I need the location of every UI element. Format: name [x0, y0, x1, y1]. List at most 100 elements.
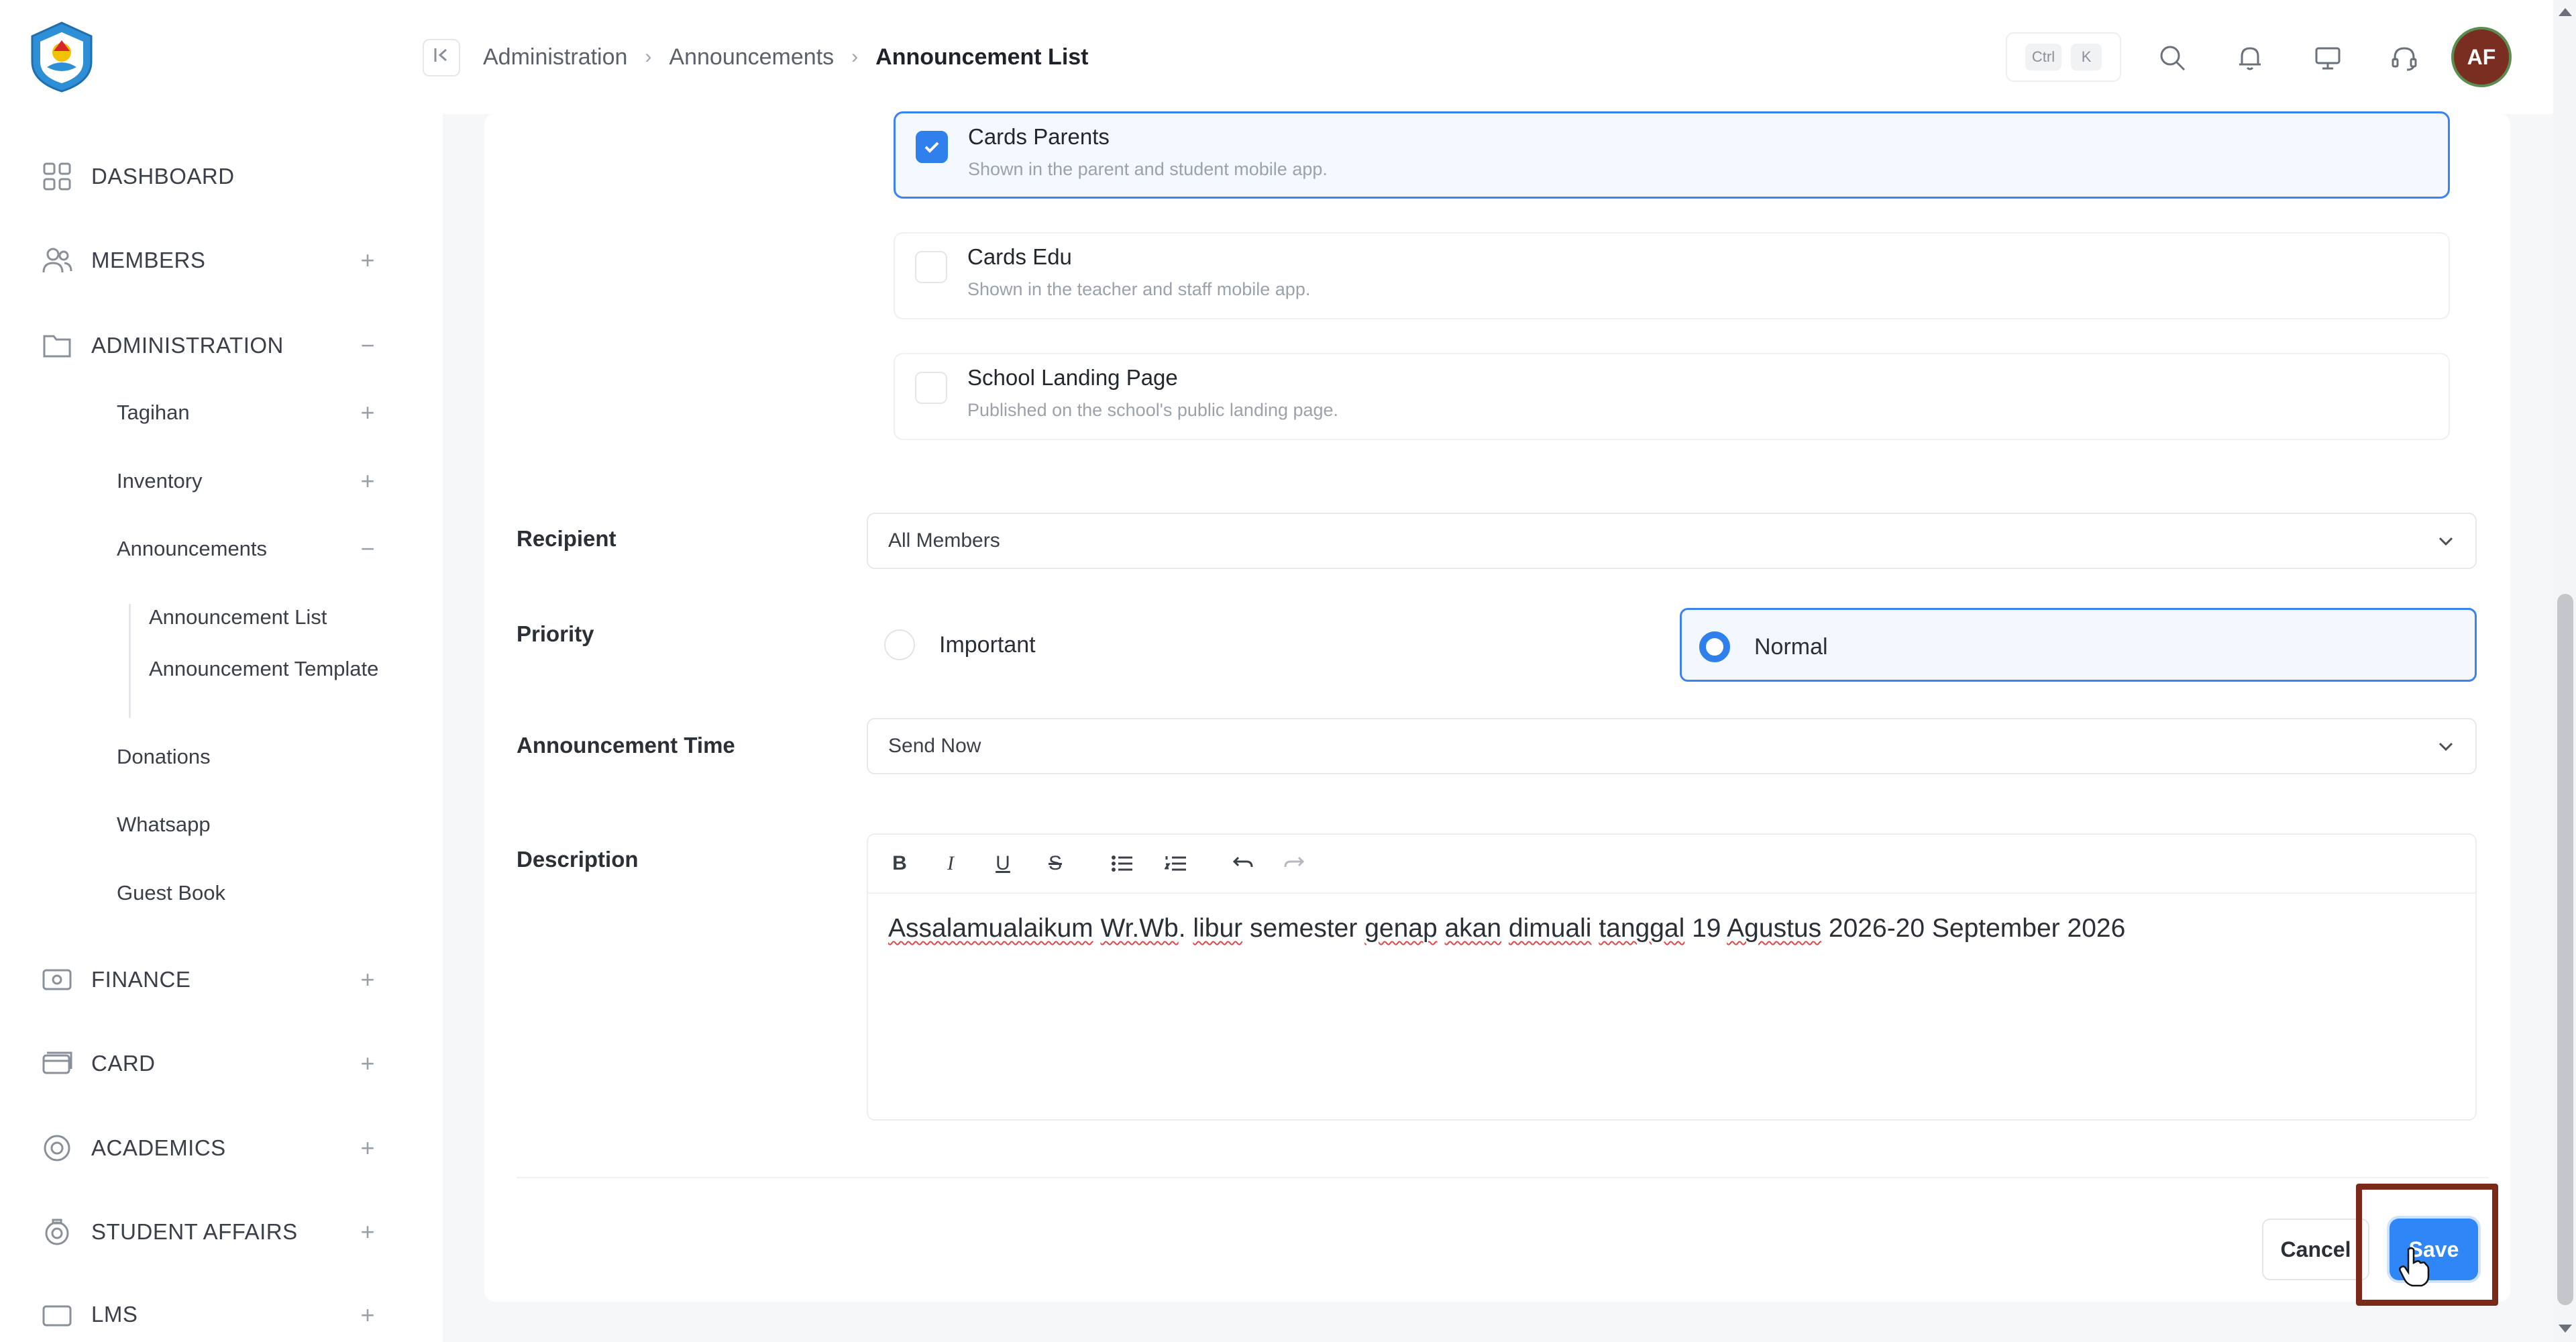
- collapse-icon[interactable]: −: [356, 537, 380, 561]
- sidebar-item-donations[interactable]: Donations: [0, 733, 443, 780]
- chevron-down-icon: [2434, 529, 2458, 553]
- monitor-icon[interactable]: [2308, 38, 2348, 78]
- scrollbar-thumb[interactable]: [2557, 594, 2573, 1305]
- strikethrough-icon[interactable]: S: [1040, 848, 1071, 879]
- money-icon: [40, 963, 74, 996]
- sidebar-item-label: FINANCE: [91, 967, 191, 992]
- announcement-time-select[interactable]: Send Now: [867, 718, 2477, 774]
- sidebar-item-label: ADMINISTRATION: [91, 333, 284, 358]
- sidebar-item-lms[interactable]: LMS +: [0, 1283, 443, 1342]
- collapse-icon[interactable]: −: [356, 333, 380, 358]
- radio-label: Normal: [1754, 634, 1828, 660]
- redo-icon[interactable]: [1279, 848, 1309, 879]
- highlight-frame: [2356, 1184, 2498, 1306]
- radio-label: Important: [939, 632, 1036, 658]
- misspelled-word: Wr.Wb: [1100, 914, 1179, 943]
- misspelled-word: akan: [1444, 914, 1502, 943]
- headset-icon[interactable]: [2384, 38, 2424, 78]
- scroll-up-icon[interactable]: [2556, 3, 2575, 21]
- breadcrumb-administration[interactable]: Administration: [483, 44, 627, 70]
- collapse-left-icon: [433, 46, 450, 69]
- sidebar-item-label: MEMBERS: [91, 248, 206, 272]
- expand-icon[interactable]: +: [356, 968, 380, 992]
- publish-option-cards-edu[interactable]: Cards Edu Shown in the teacher and staff…: [894, 232, 2450, 319]
- misspelled-word: genap: [1364, 914, 1438, 943]
- kbd-k: K: [2071, 44, 2102, 70]
- misspelled-word: tanggal: [1599, 914, 1685, 943]
- sidebar-item-whatsapp[interactable]: Whatsapp: [0, 801, 443, 848]
- bullet-list-icon[interactable]: [1107, 848, 1138, 879]
- sidebar-item-dashboard[interactable]: DASHBOARD: [0, 146, 443, 207]
- recipient-value: All Members: [888, 529, 1000, 552]
- publish-option-title: Cards Edu: [967, 244, 1072, 269]
- description-text[interactable]: Assalamualaikum Wr.Wb. libur semester ge…: [888, 914, 2125, 943]
- checkbox[interactable]: [915, 372, 947, 404]
- command-palette-button[interactable]: Ctrl K: [2006, 32, 2121, 82]
- breadcrumb: Administration › Announcements › Announc…: [483, 40, 1089, 74]
- sidebar-item-card[interactable]: CARD +: [0, 1033, 443, 1094]
- publish-option-cards-parents[interactable]: Cards Parents Shown in the parent and st…: [894, 111, 2450, 199]
- checkbox[interactable]: [916, 131, 948, 163]
- expand-icon[interactable]: +: [356, 1303, 380, 1327]
- sidebar-item-members[interactable]: MEMBERS +: [0, 230, 443, 291]
- collapse-sidebar-button[interactable]: [423, 39, 460, 76]
- expand-icon[interactable]: +: [356, 1051, 380, 1076]
- numbered-list-icon[interactable]: [1161, 848, 1191, 879]
- undo-icon[interactable]: [1228, 848, 1258, 879]
- sidebar-item-student-affairs[interactable]: STUDENT AFFAIRS +: [0, 1202, 443, 1262]
- priority-option-important[interactable]: Important: [867, 608, 1658, 682]
- radio-button[interactable]: [1699, 631, 1730, 662]
- recipient-select[interactable]: All Members: [867, 513, 2477, 569]
- publish-option-description: Shown in the teacher and staff mobile ap…: [967, 279, 1311, 299]
- underline-icon[interactable]: U: [987, 848, 1018, 879]
- sidebar-item-inventory[interactable]: Inventory +: [0, 458, 443, 505]
- sidebar-item-label: LMS: [91, 1302, 138, 1327]
- announcement-time-label: Announcement Time: [517, 733, 735, 758]
- misspelled-word: Agustus: [1727, 914, 1822, 943]
- sidebar-item-tagihan[interactable]: Tagihan +: [0, 389, 443, 436]
- school-logo[interactable]: [27, 20, 97, 94]
- sidebar-item-announcement-list[interactable]: Announcement List: [149, 601, 390, 633]
- expand-icon[interactable]: +: [356, 1220, 380, 1244]
- sidebar-item-announcements[interactable]: Announcements −: [0, 525, 443, 572]
- avatar[interactable]: AF: [2451, 27, 2512, 87]
- kbd-ctrl: Ctrl: [2025, 44, 2062, 70]
- text-segment: [1501, 914, 1509, 943]
- academics-icon: [40, 1131, 74, 1165]
- expand-icon[interactable]: +: [356, 248, 380, 272]
- sidebar-item-label: DASHBOARD: [91, 164, 235, 189]
- breadcrumb-announcements[interactable]: Announcements: [669, 44, 834, 70]
- grid-icon: [40, 160, 74, 193]
- scroll-down-icon[interactable]: [2556, 1319, 2575, 1338]
- checkbox[interactable]: [915, 251, 947, 283]
- lms-icon: [40, 1300, 74, 1334]
- search-icon[interactable]: [2152, 38, 2192, 78]
- folder-icon: [40, 329, 74, 362]
- expand-icon[interactable]: +: [356, 469, 380, 493]
- priority-option-normal[interactable]: Normal: [1680, 608, 2477, 682]
- sidebar-item-announcement-template[interactable]: Announcement Template: [149, 653, 390, 685]
- hand-cursor-icon: [2398, 1247, 2430, 1287]
- announcement-form: Cards Parents Shown in the parent and st…: [484, 111, 2510, 1302]
- card-icon: [40, 1047, 74, 1080]
- radio-button[interactable]: [884, 629, 915, 660]
- cancel-button[interactable]: Cancel: [2262, 1219, 2369, 1280]
- expand-icon[interactable]: +: [356, 1136, 380, 1160]
- sidebar-item-label: ACADEMICS: [91, 1135, 226, 1160]
- description-label: Description: [517, 847, 639, 872]
- sidebar-item-academics[interactable]: ACADEMICS +: [0, 1118, 443, 1178]
- bold-icon[interactable]: B: [884, 848, 915, 879]
- text-segment: 2026-20 September 2026: [1821, 914, 2126, 943]
- publish-option-school-landing-page[interactable]: School Landing Page Published on the sch…: [894, 353, 2450, 440]
- sidebar-item-label: Announcements: [117, 537, 268, 560]
- sidebar-item-finance[interactable]: FINANCE +: [0, 949, 443, 1010]
- text-segment: .: [1178, 914, 1193, 943]
- misspelled-word: Assalamualaikum: [888, 914, 1093, 943]
- sidebar-item-label: Inventory: [117, 469, 203, 493]
- bell-icon[interactable]: [2230, 38, 2270, 78]
- sidebar-item-guest-book[interactable]: Guest Book: [0, 870, 443, 917]
- publish-option-description: Published on the school's public landing…: [967, 400, 1339, 420]
- sidebar-item-administration[interactable]: ADMINISTRATION −: [0, 315, 443, 376]
- expand-icon[interactable]: +: [356, 401, 380, 425]
- italic-icon[interactable]: I: [935, 848, 966, 879]
